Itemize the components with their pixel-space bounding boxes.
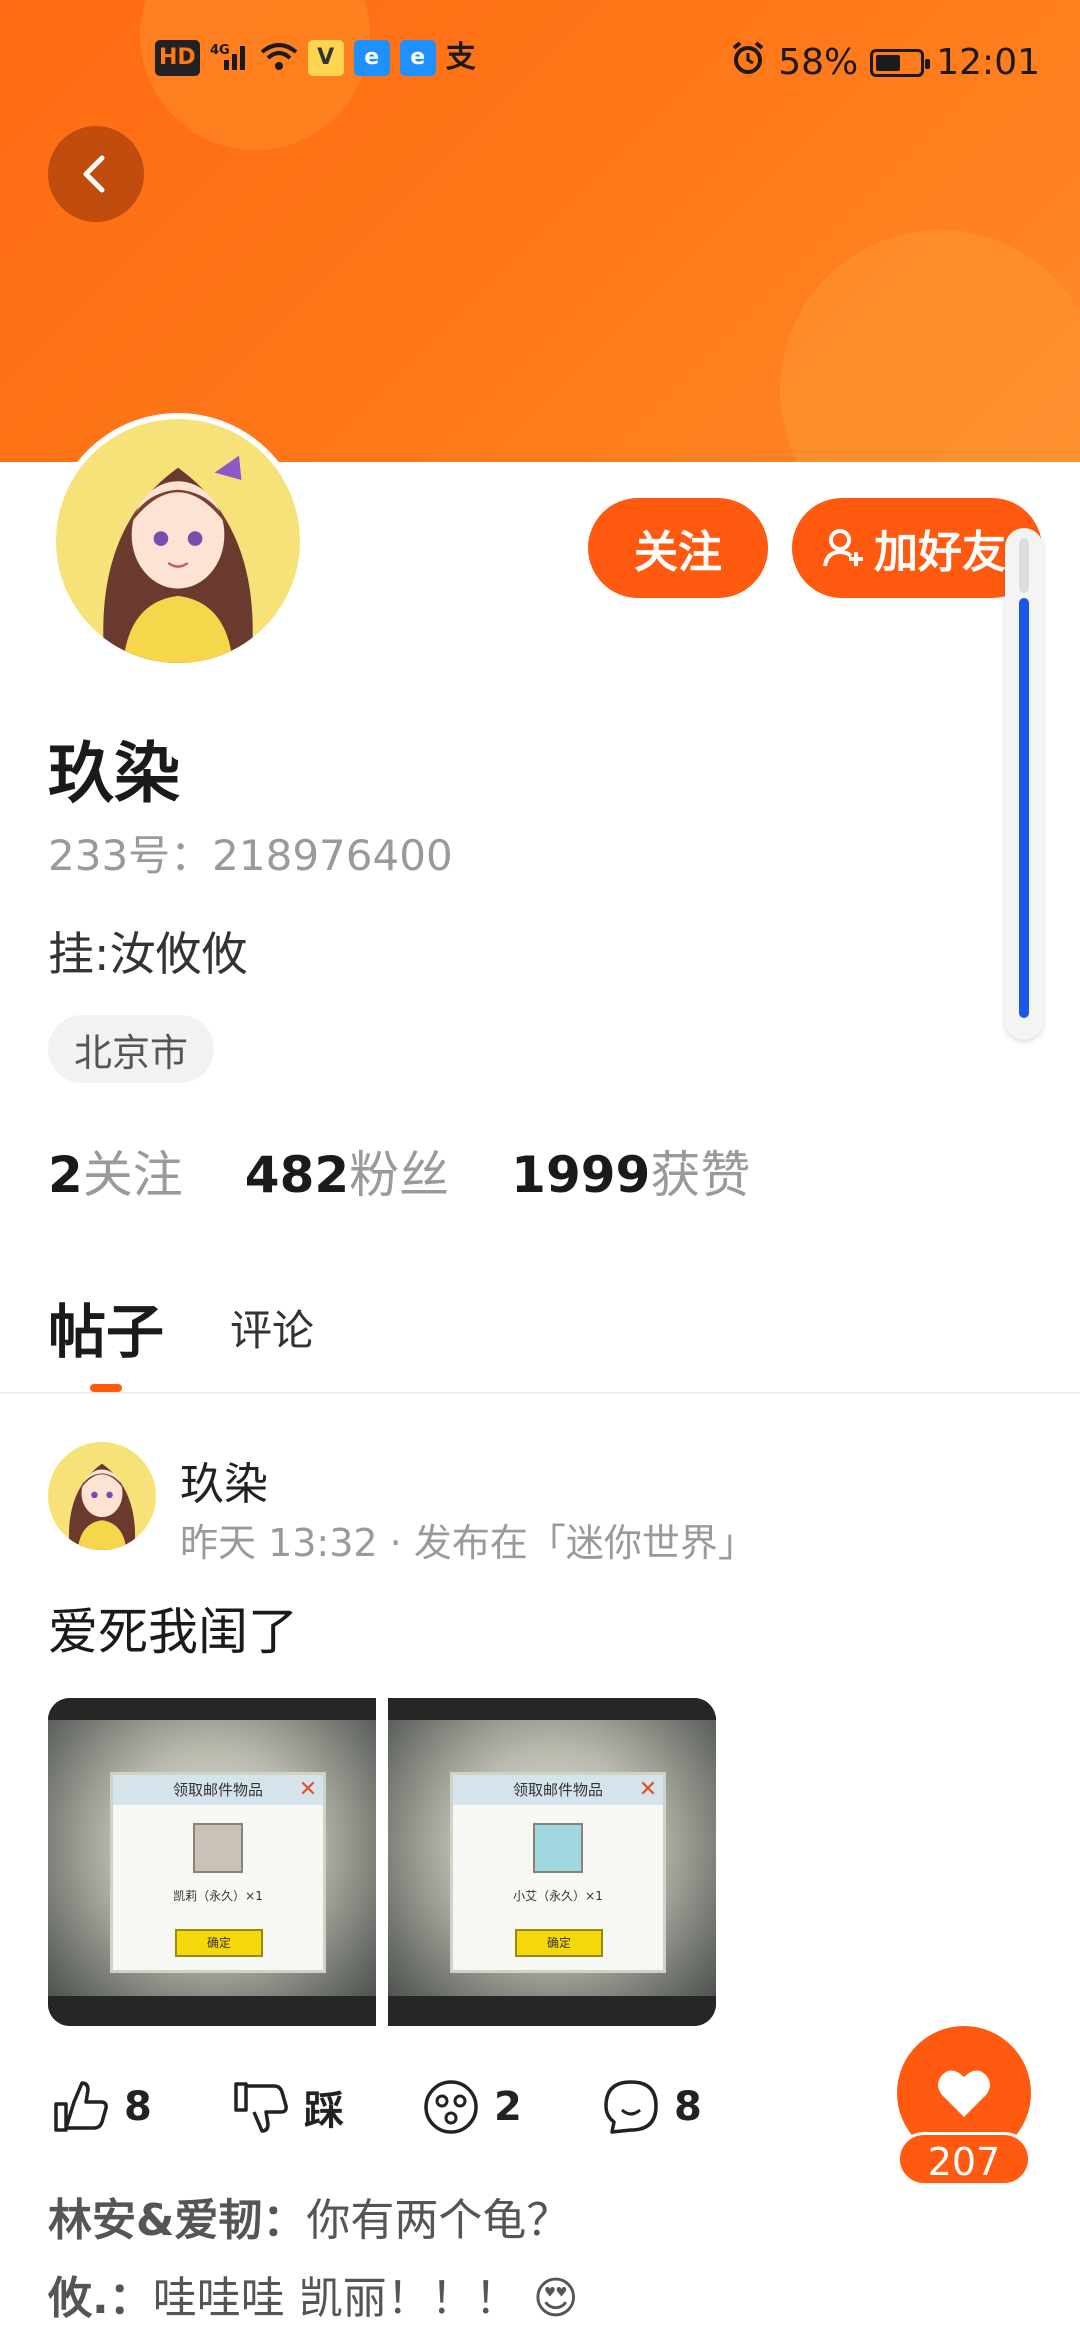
profile-bio: 挂:汝攸攸 (48, 927, 248, 981)
comment-button[interactable]: 8 (602, 2078, 702, 2136)
add-friend-label: 加好友 (874, 527, 1006, 578)
item-text: 凯莉（永久）×1 (173, 1889, 263, 1903)
surprised-face-icon (424, 2080, 478, 2134)
dialog-ok: 确定 (515, 1929, 603, 1957)
profile-stats: 2关注 482粉丝 1999获赞 (48, 1135, 750, 1207)
scrollbar-thumb[interactable] (1019, 598, 1029, 1018)
like-count: 8 (124, 2084, 152, 2130)
chevron-left-icon (83, 155, 105, 193)
stat-value: 1999 (511, 1146, 651, 1204)
game-dialog: 领取邮件物品 ✕ 小艾（永久）×1 确定 (450, 1772, 666, 1973)
dialog-title: 领取邮件物品 (453, 1775, 663, 1805)
post-text: 爱死我闺了 (48, 1603, 298, 1661)
image-bottombar (388, 1996, 716, 2026)
comment-text: 哇哇哇 凯丽！！！ 😍 (152, 2273, 579, 2324)
dislike-label: 踩 (304, 2088, 344, 2134)
post-actions: 8 踩 2 8 (52, 2078, 752, 2142)
avatar-image (56, 419, 300, 663)
comment-preview[interactable]: 林安&爱韧：你有两个龟？ (48, 2184, 570, 2248)
hd-icon: HD (155, 40, 200, 76)
close-icon: ✕ (298, 1777, 318, 1802)
tab-posts[interactable]: 帖子 (48, 1285, 164, 1369)
dialog-title: 领取邮件物品 (113, 1775, 323, 1805)
scrollbar-cap (1019, 538, 1029, 593)
like-button[interactable]: 8 (52, 2078, 152, 2136)
stat-value: 482 (244, 1146, 350, 1204)
battery-percent: 58% (778, 42, 859, 83)
game-dialog: 领取邮件物品 ✕ 凯莉（永久）×1 确定 (110, 1772, 326, 1973)
divider (0, 1392, 1080, 1394)
comment-preview[interactable]: 攸.：哇哇哇 凯丽！！！ 😍 (48, 2262, 579, 2326)
scrollbar[interactable] (1005, 528, 1043, 1040)
post-author-name[interactable]: 玖染 (180, 1448, 268, 1512)
app-icon-e1: e (353, 40, 390, 76)
reaction-count: 2 (494, 2084, 522, 2130)
image-topbar (388, 1698, 716, 1720)
stat-value: 2 (48, 1146, 83, 1204)
tab-comments[interactable]: 评论 (230, 1297, 314, 1358)
comment-user: 攸.： (48, 2273, 153, 2324)
battery-fill (876, 54, 901, 71)
stat-label: 关注 (82, 1146, 183, 1204)
stat-followers[interactable]: 482粉丝 (245, 1135, 449, 1207)
like-fab-count: 207 (897, 2132, 1031, 2186)
item-text: 小艾（永久）×1 (513, 1889, 603, 1903)
heart-icon (938, 2070, 990, 2117)
image-bottombar (48, 1996, 376, 2026)
comment-bubble-icon (604, 2080, 658, 2134)
avatar[interactable] (50, 413, 306, 669)
stat-label: 获赞 (650, 1146, 751, 1204)
status-bar: HD 4G V e e 支 58% 12:01 (0, 30, 1080, 94)
clock: 12:01 (936, 42, 1040, 83)
item-icon (533, 1823, 583, 1873)
thumbs-down-icon (234, 2082, 288, 2133)
wifi-icon (260, 40, 298, 76)
post-author-avatar[interactable] (48, 1442, 156, 1550)
follow-button[interactable]: 关注 (588, 498, 768, 598)
stat-following[interactable]: 2关注 (48, 1135, 183, 1207)
alarm-icon (730, 40, 766, 85)
item-icon (193, 1823, 243, 1873)
app-icon-e2: e (399, 40, 436, 76)
profile-name: 玖染 (48, 735, 180, 812)
stat-label: 粉丝 (349, 1146, 450, 1204)
stat-likes[interactable]: 1999获赞 (511, 1135, 750, 1207)
battery-icon (870, 48, 931, 77)
comment-text: 你有两个龟？ (306, 2195, 571, 2246)
svg-text:4G: 4G (210, 43, 230, 58)
post-image[interactable]: 领取邮件物品 ✕ 小艾（永久）×1 确定 (388, 1698, 716, 2026)
dislike-button[interactable]: 踩 (232, 2078, 344, 2136)
image-topbar (48, 1698, 376, 1720)
comment-user: 林安&爱韧： (48, 2195, 307, 2246)
close-icon: ✕ (638, 1777, 658, 1802)
post-image[interactable]: 领取邮件物品 ✕ 凯莉（永久）×1 确定 (48, 1698, 376, 2026)
reaction-button[interactable]: 2 (422, 2078, 522, 2136)
banner-decoration (780, 230, 1080, 462)
location-tag[interactable]: 北京市 (48, 1015, 215, 1083)
4g-signal-icon: 4G (210, 40, 250, 76)
comment-count: 8 (674, 2084, 702, 2130)
profile-uid: 233号：218976400 (48, 831, 453, 880)
add-user-icon (823, 529, 863, 567)
alipay-icon: 支 (445, 40, 476, 75)
tab-indicator (90, 1384, 122, 1392)
app-icon-yellow: V (307, 40, 344, 76)
dialog-ok: 确定 (175, 1929, 263, 1957)
back-button[interactable] (48, 126, 144, 222)
post-meta: 昨天 13:32 · 发布在「迷你世界」 (180, 1521, 756, 1565)
thumbs-up-icon (54, 2081, 108, 2132)
